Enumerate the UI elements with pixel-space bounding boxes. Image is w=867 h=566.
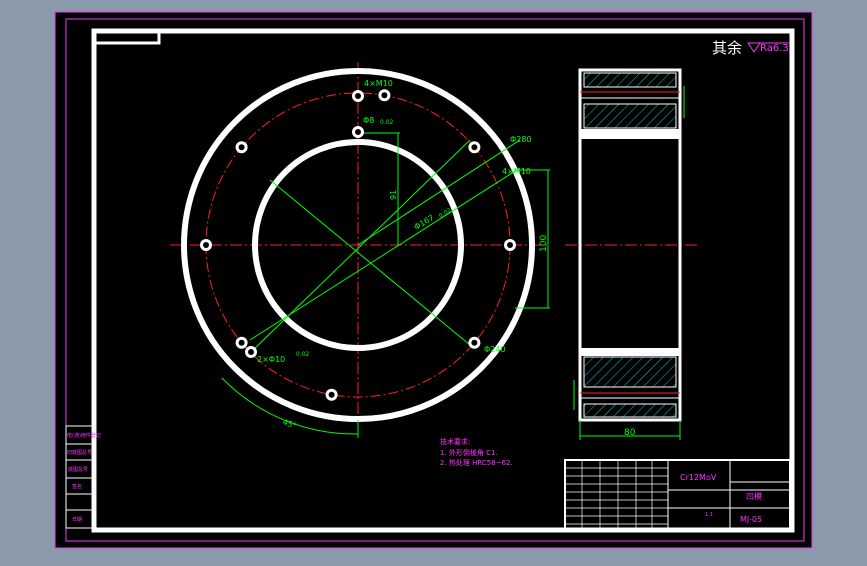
hatch-bottom-1 — [583, 356, 677, 388]
dim-outer-diameter: Φ280 — [510, 135, 532, 144]
strip-item-5: 日期 — [72, 517, 82, 523]
hole-core-1 — [507, 242, 513, 248]
dim-height-100: 100 — [539, 235, 549, 252]
dim-pins-bottom-tol: 0.02 — [296, 351, 310, 358]
strip-item-1: 借(通)用件登记 — [67, 432, 101, 439]
material-label: Cr12MoV — [680, 473, 717, 482]
hole-core-3 — [381, 92, 388, 99]
dim-pin-hole: Φ8 — [363, 116, 374, 125]
section-band-bottom — [580, 348, 680, 356]
drawing-sheet[interactable]: 其余 Ra6.3 4×M10 Φ8 0.02 Φ280 4×M10 Φ167 0… — [0, 0, 867, 562]
hatch-top-2 — [583, 103, 677, 129]
dim-holes-right: 4×M10 — [502, 167, 531, 176]
hatch-top-1 — [583, 72, 677, 88]
dim-pcd-240: Φ240 — [484, 345, 506, 354]
dim-radius-91: 91 — [389, 190, 398, 200]
dim-pin-hole-tol: 0.02 — [380, 119, 394, 126]
tech-title: 技术要求: — [440, 437, 470, 446]
hole-core-10 — [355, 129, 361, 135]
cad-canvas-window[interactable]: 其余 Ra6.3 4×M10 Φ8 0.02 Φ280 4×M10 Φ167 0… — [0, 0, 867, 562]
model-space — [54, 11, 813, 549]
tech-line-1: 1. 外形倒棱角 C1. — [440, 448, 498, 457]
strip-item-4: 签名 — [72, 483, 82, 490]
part-name: 凹模 — [746, 491, 762, 501]
hole-core-2 — [471, 144, 478, 151]
tech-line-2: 2. 热处理 HRC58~62. — [440, 458, 513, 467]
hole-core-6 — [238, 339, 245, 346]
strip-item-2: 旧底图总号 — [67, 449, 92, 456]
hole-core-5 — [203, 242, 209, 248]
surface-note-text: 其余 — [712, 39, 742, 57]
drawing-number: MJ-05 — [740, 515, 762, 524]
dim-pins-bottom: 2×Φ10 — [257, 355, 285, 364]
dim-width-80: 80 — [624, 428, 636, 438]
hole-core-7 — [328, 391, 335, 398]
scale-label: 1:1 — [705, 512, 713, 518]
section-band-top — [580, 129, 680, 139]
dim-holes-top: 4×M10 — [364, 79, 393, 88]
strip-item-3: 底图总号 — [68, 466, 88, 473]
roughness-value: Ra6.3 — [760, 43, 789, 54]
hole-core-4 — [238, 144, 245, 151]
hole-core-11 — [248, 349, 254, 355]
hole-core-8 — [471, 339, 478, 346]
hole-core-9 — [355, 93, 361, 99]
hatch-bottom-2 — [583, 403, 677, 418]
